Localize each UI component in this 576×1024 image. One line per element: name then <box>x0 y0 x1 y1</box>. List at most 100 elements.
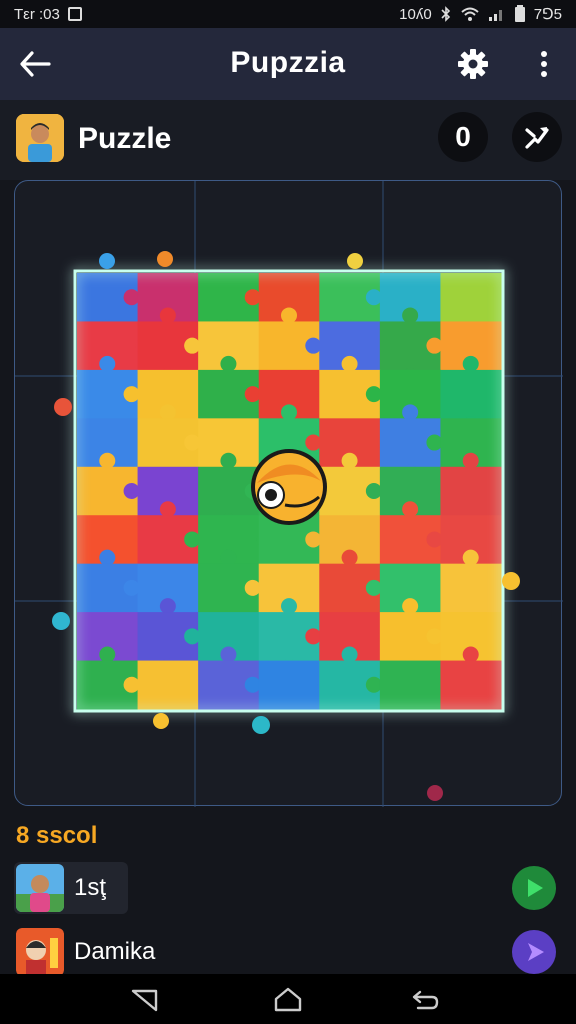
piece-knob <box>462 549 479 566</box>
piece-knob <box>244 579 261 596</box>
recents-return-icon[interactable] <box>410 986 440 1014</box>
avatar-figure-icon <box>16 114 64 162</box>
puzzle-piece[interactable] <box>440 466 502 516</box>
bluetooth-icon <box>441 6 450 22</box>
puzzle-board <box>14 180 563 807</box>
piece-knob <box>159 307 176 324</box>
piece-knob <box>184 337 201 354</box>
piece-knob <box>123 579 140 596</box>
play-button[interactable] <box>512 930 556 974</box>
piece-knob <box>365 579 382 596</box>
puzzle-label: Puzzle <box>78 122 172 155</box>
piece-knob <box>99 646 116 663</box>
piece-knob <box>99 452 116 469</box>
piece-knob <box>402 501 419 518</box>
player-photo-icon <box>16 864 64 912</box>
piece-knob <box>462 452 479 469</box>
piece-knob <box>244 676 261 693</box>
back-triangle-icon[interactable] <box>130 986 160 1014</box>
more-vert-icon[interactable] <box>532 48 556 80</box>
piece-knob <box>159 501 176 518</box>
piece-knob <box>99 355 116 372</box>
wifi-icon <box>461 7 479 21</box>
player-avatar <box>16 864 64 912</box>
notification-icon <box>67 7 82 21</box>
shuffle-icon <box>525 127 549 149</box>
status-bar: Tεr :03 10ʎ0 7⅁5 <box>0 0 576 28</box>
player-row[interactable]: 1sţ <box>14 862 562 916</box>
piece-knob <box>184 434 201 451</box>
piece-knob <box>220 452 237 469</box>
piece-knob <box>159 404 176 421</box>
piece-knob <box>220 646 237 663</box>
player-row[interactable]: Damika <box>14 926 562 980</box>
piece-knob <box>244 289 261 306</box>
status-right: 10ʎ0 7⅁5 <box>399 5 562 23</box>
puzzle-piece[interactable] <box>137 660 199 710</box>
app-bar: Pupzzia <box>0 28 576 100</box>
piece-knob <box>305 628 322 645</box>
piece-knob <box>184 531 201 548</box>
network-text: 10ʎ0 <box>399 5 432 23</box>
piece-knob <box>341 452 358 469</box>
player-badge-icon <box>16 928 64 976</box>
puzzle-piece[interactable] <box>440 660 502 710</box>
piece-knob <box>220 355 237 372</box>
piece-knob <box>365 676 382 693</box>
puzzle-piece[interactable] <box>440 563 502 613</box>
battery-icon <box>514 5 525 22</box>
piece-knob <box>281 598 297 615</box>
player-avatar[interactable] <box>16 114 64 162</box>
piece-knob <box>305 531 322 548</box>
piece-knob <box>123 483 140 499</box>
piece-knob <box>281 404 297 421</box>
piece-knob <box>281 307 297 324</box>
piece-knob <box>184 628 201 645</box>
puzzle-piece[interactable] <box>440 273 502 322</box>
eye-emblem-icon[interactable] <box>251 449 327 525</box>
piece-knob <box>341 549 358 566</box>
piece-knob <box>365 386 382 403</box>
player-avatar <box>16 928 64 976</box>
piece-knob <box>426 434 443 451</box>
piece-knob <box>244 386 261 403</box>
signal-icon <box>488 10 502 21</box>
piece-knob <box>462 646 479 663</box>
player-name: Damika <box>74 938 156 965</box>
piece-knob <box>426 628 443 645</box>
piece-knob <box>402 404 419 421</box>
play-icon <box>528 879 543 897</box>
status-time: Tεr :03 <box>14 5 60 23</box>
piece-knob <box>341 646 358 663</box>
piece-knob <box>365 483 382 499</box>
system-nav-bar <box>0 974 576 1024</box>
puzzle-piece[interactable] <box>440 369 502 419</box>
piece-knob <box>402 598 419 615</box>
puzzle-piece[interactable] <box>379 660 441 710</box>
score-label: 8 sscol <box>16 822 98 849</box>
piece-knob <box>159 598 176 615</box>
gear-icon[interactable] <box>455 46 491 82</box>
hint-glyph: 0 <box>455 121 471 152</box>
piece-knob <box>341 355 358 372</box>
piece-knob <box>402 307 419 324</box>
status-left: Tεr :03 <box>14 6 82 23</box>
piece-knob <box>426 531 443 548</box>
shuffle-button[interactable] <box>512 112 562 162</box>
board-canvas <box>15 181 563 807</box>
piece-knob <box>123 289 140 306</box>
play-button[interactable] <box>512 866 556 910</box>
home-icon[interactable] <box>273 986 303 1014</box>
piece-knob <box>365 289 382 306</box>
diamond-play-icon <box>528 943 544 961</box>
hint-button[interactable]: 0 <box>438 112 488 162</box>
piece-knob <box>99 549 116 566</box>
piece-knob <box>123 386 140 403</box>
piece-knob <box>305 337 322 354</box>
player-name: 1sţ <box>74 874 107 901</box>
piece-knob <box>220 549 237 566</box>
puzzle-piece[interactable] <box>258 660 320 710</box>
piece-knob <box>462 355 479 372</box>
battery-text: 7⅁5 <box>533 6 562 23</box>
puzzle-header: Puzzle 0 <box>0 100 576 180</box>
